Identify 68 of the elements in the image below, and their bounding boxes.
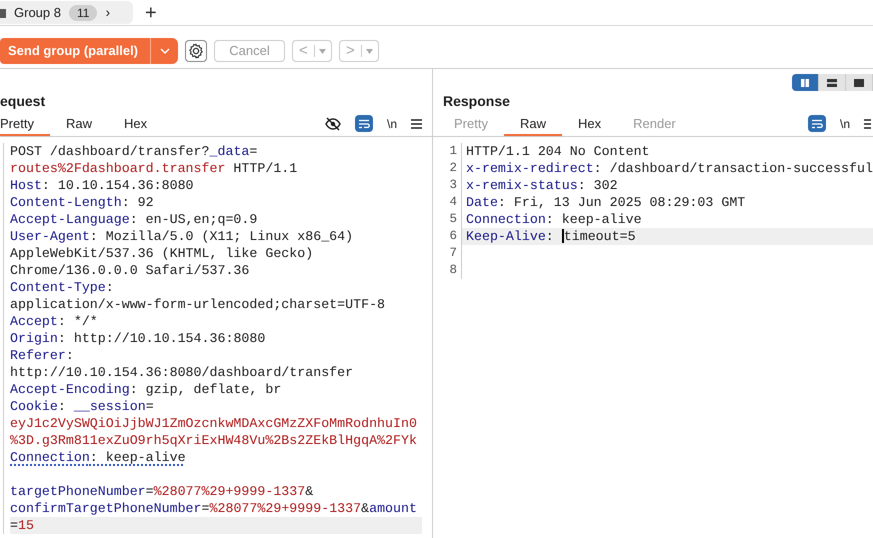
layout-toggle[interactable] [819,74,846,91]
count-badge: 11 [68,4,98,20]
code-line: application/x-www-form-urlencoded;charset=UTF-8 [10,296,386,313]
code-line: Chrome/136.0.0.0 Safari/537.36 [10,262,250,279]
group-tab[interactable]: Group 8 11 › [0,1,133,24]
code-line: Accept: */* [10,313,99,330]
code-line: x-remix-redirect: /dashboard/transaction-successful [466,161,873,176]
layout-toggle[interactable] [792,74,819,91]
code-line: http://10.10.154.36:8080/dashboard/transfer [10,364,354,381]
wrap-toggle[interactable] [354,115,373,132]
caret-icon [160,48,170,54]
chevron[interactable]: › [105,2,110,23]
code-line: routes%2Fdashboard.transfer HTTP/1.1 [10,160,298,177]
caret-icon [366,48,373,54]
code-line: Host: 10.10.154.36:8080 [10,177,195,194]
code-line: HTTP/1.1 204 No Content [466,144,650,159]
code-line: Keep-Alive: timeout=5 [466,229,636,244]
tab[interactable]: Hex [108,114,164,136]
line-number: 2 [433,160,462,177]
settings-button[interactable] [185,40,207,62]
code-line: AppleWebKit/537.36 (KHTML, like Gecko) [10,245,314,262]
layout-toggle[interactable] [846,74,873,91]
code-line: Content-Type: [10,279,115,296]
line-number: 1 [433,143,462,160]
tab[interactable]: Raw [504,114,562,136]
code-line: %3D.g3Rm811exZuO9rh5qXriExHW48Vu%2Bs2ZEkBlHgqA%2FYk [10,432,418,449]
code-line: Origin: http://10.10.154.36:8080 [10,330,266,347]
code-line: Accept-Language: en-US,en;q=0.9 [10,211,258,228]
folder-icon [0,8,6,18]
tab[interactable]: Hex [562,114,618,136]
menu-icon[interactable] [864,118,871,128]
newline-toggle[interactable]: \n [386,114,397,132]
code-line: Accept-Encoding: gzip, deflate, br [10,381,282,398]
settings-icon [188,43,204,59]
wrap-toggle[interactable] [808,115,826,132]
code-line: Connection: keep-alive [10,449,187,466]
send-dropdown[interactable] [150,38,178,64]
newline-toggle[interactable]: \n [840,114,850,132]
code-line: Connection: keep-alive [466,212,642,227]
tab[interactable]: Raw [50,114,108,136]
code-line: Cookie: __session= [10,398,155,415]
eye-off-icon[interactable] [324,116,341,130]
code-line: POST /dashboard/transfer?_data= [10,143,258,160]
panel-title: equest [0,92,46,111]
tab[interactable]: Pretty [0,114,50,136]
code-line: Referer: [10,347,75,364]
code-line: Content-Length: 92 [10,194,155,211]
code-line: confirmTargetPhoneNumber=%28077%29+9999-1337&amount [10,500,418,517]
caret-icon [318,48,326,54]
line-number: 4 [433,194,462,211]
square-icon [854,78,864,88]
line-number: 5 [433,211,462,228]
wrap-icon [358,118,370,128]
line-number: 7 [433,245,462,262]
panel-title: Response [442,92,511,111]
code-line: User-Agent: Mozilla/5.0 (X11; Linux x86_64) [10,228,354,245]
code-line: x-remix-status: 302 [466,178,618,193]
line-number: 8 [433,262,462,279]
group-label: Group 8 [14,4,61,22]
add-tab-button[interactable]: + [145,2,157,22]
wrap-icon [810,118,823,128]
menu-icon[interactable] [411,118,422,128]
code-line: Date: Fri, 13 Jun 2025 08:29:03 GMT [466,195,746,210]
code-line: targetPhoneNumber=%28077%29+9999-1337& [10,483,314,500]
columns-icon [800,78,810,88]
line-number: 3 [433,177,462,194]
code-line: eyJ1c2VySWQiOiJjbWJ1ZmOzcnkwMDAxcGMzZXFoMmRodnhuIn0 [10,415,418,432]
rows-icon [827,78,837,88]
